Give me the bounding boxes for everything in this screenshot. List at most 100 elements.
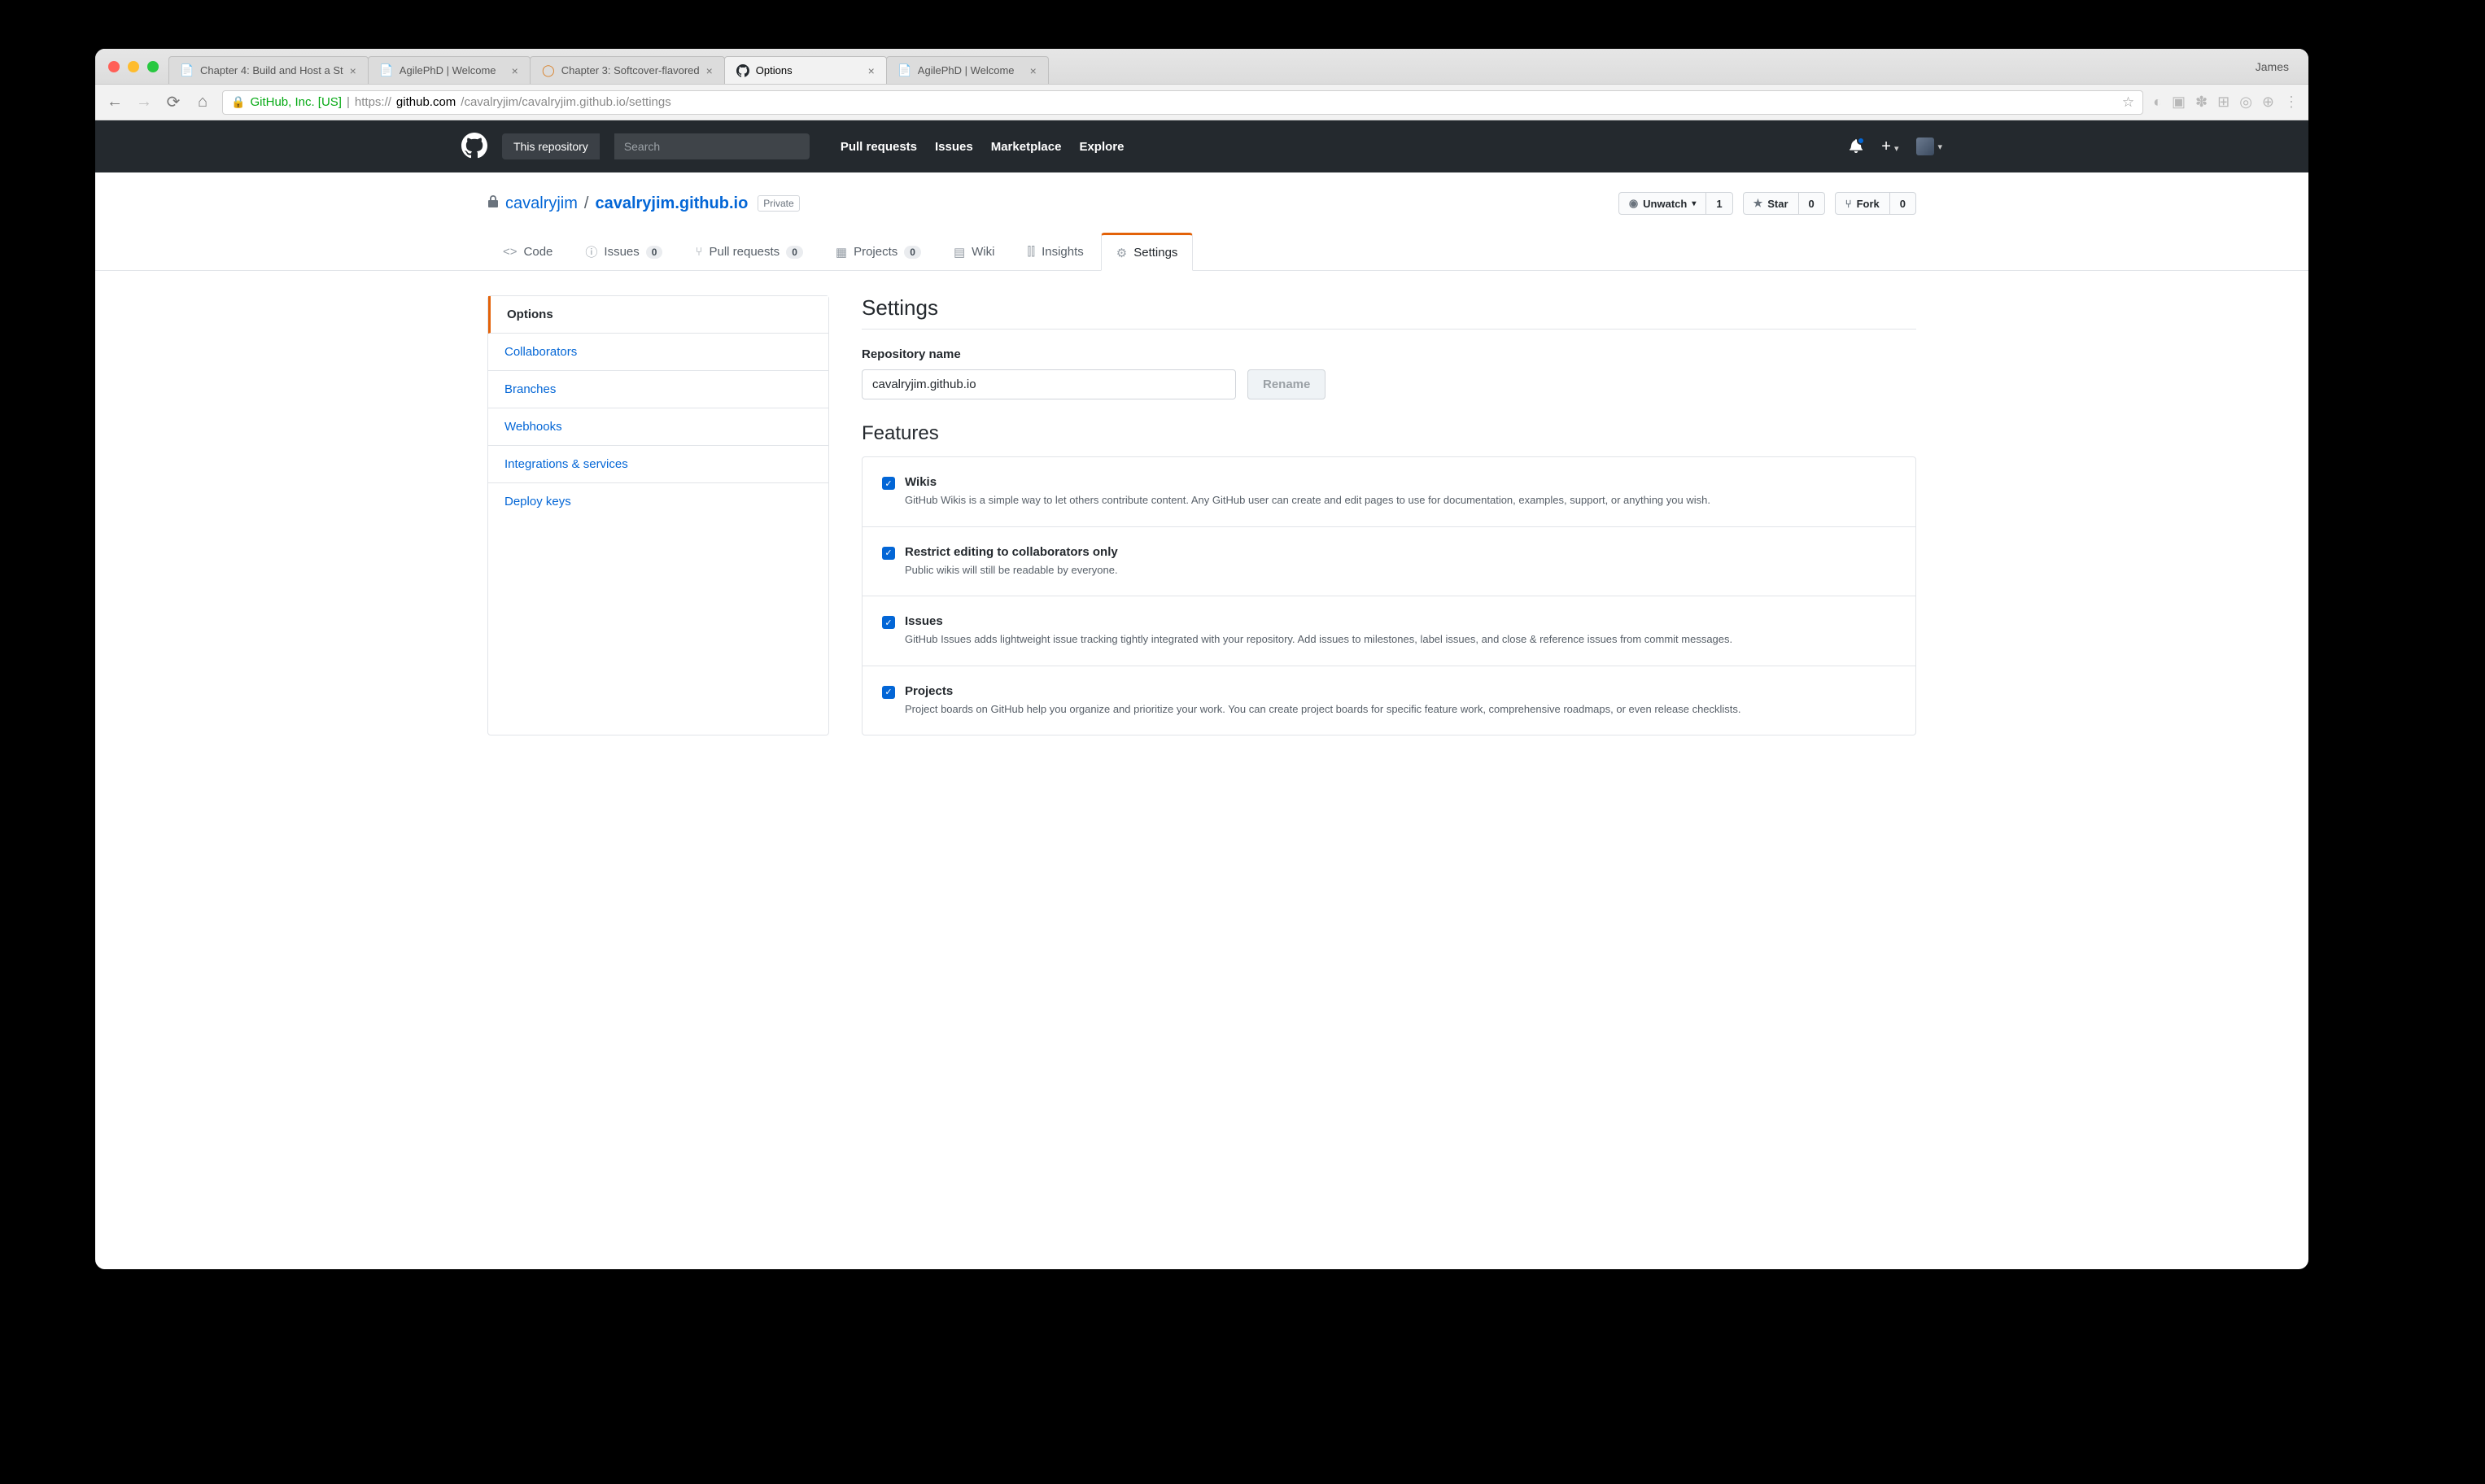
feature-title: Restrict editing to collaborators only (905, 545, 1118, 559)
create-new-menu[interactable]: + (1881, 137, 1898, 156)
issue-icon: ⓘ (585, 243, 597, 260)
feature-description: GitHub Wikis is a simple way to let othe… (905, 492, 1710, 508)
home-button[interactable]: ⌂ (193, 93, 212, 111)
feature-checkbox[interactable]: ✓ (882, 547, 895, 560)
tab-close-icon[interactable]: × (350, 64, 356, 77)
settings-content: Settings Repository name Rename Features… (862, 295, 1916, 735)
tab-favicon-icon: 📄 (181, 64, 194, 77)
lock-icon: 🔒 (231, 95, 245, 109)
tab-code[interactable]: <>Code (487, 233, 568, 270)
tab-wiki[interactable]: ▤Wiki (938, 233, 1011, 270)
browser-menu-icon[interactable]: ⋮ (2284, 94, 2299, 111)
features-heading: Features (862, 422, 1916, 445)
feature-description: Project boards on GitHub help you organi… (905, 701, 1741, 718)
browser-tab-strip: 📄 Chapter 4: Build and Host a St ×📄 AgilePh… (95, 49, 2308, 85)
back-button[interactable]: ← (105, 93, 124, 111)
features-list: ✓WikisGitHub Wikis is a simple way to le… (862, 456, 1916, 735)
extension-icon[interactable]: ⊕ (2262, 94, 2274, 111)
repo-owner-link[interactable]: cavalryjim (505, 194, 578, 213)
tab-title: AgilePhD | Welcome (918, 64, 1024, 76)
tab-title: Chapter 4: Build and Host a St (200, 64, 343, 76)
browser-tab[interactable]: ◯Chapter 3: Softcover-flavored× (530, 56, 725, 84)
feature-description: GitHub Issues adds lightweight issue tra… (905, 631, 1732, 648)
feature-checkbox[interactable]: ✓ (882, 477, 895, 490)
github-header: This repository Pull requests Issues Marke… (95, 120, 2308, 172)
github-search-input[interactable] (614, 133, 810, 159)
fork-count[interactable]: 0 (1890, 192, 1916, 215)
settings-menu-item[interactable]: Branches (488, 371, 828, 408)
browser-window: 📄 Chapter 4: Build and Host a St ×📄 AgilePh… (95, 49, 2308, 1269)
tab-close-icon[interactable]: × (1030, 64, 1037, 77)
tab-close-icon[interactable]: × (706, 64, 713, 77)
feature-checkbox[interactable]: ✓ (882, 686, 895, 699)
browser-extensions: ◐ ▣ ✽ ⊞ ◎ ⊕ ⋮ (2153, 94, 2299, 111)
gear-icon: ⚙ (1116, 246, 1127, 260)
settings-menu-item[interactable]: Collaborators (488, 334, 828, 371)
feature-title: Projects (905, 684, 953, 698)
rename-button[interactable]: Rename (1247, 369, 1325, 399)
feature-row: ✓IssuesGitHub Issues adds lightweight is… (863, 596, 1915, 666)
tab-projects[interactable]: ▦Projects0 (820, 233, 937, 270)
settings-menu-item[interactable]: Deploy keys (488, 483, 828, 520)
star-button[interactable]: ★Star (1743, 192, 1799, 215)
repo-header: cavalryjim / cavalryjim.github.io Privat… (95, 172, 2308, 271)
browser-tab[interactable]: 📄AgilePhD | Welcome× (886, 56, 1049, 84)
watch-count[interactable]: 1 (1706, 192, 1732, 215)
browser-profile-name[interactable]: James (2256, 60, 2289, 73)
page-title: Settings (862, 295, 1916, 330)
notifications-bell-icon[interactable] (1849, 138, 1863, 155)
tab-issues[interactable]: ⓘIssues0 (570, 233, 678, 270)
url-scheme: https:// (355, 95, 391, 109)
star-count[interactable]: 0 (1799, 192, 1825, 215)
feature-row: ✓ Restrict editing to collaborators only P… (863, 527, 1915, 597)
secure-org-label: GitHub, Inc. [US] (250, 95, 342, 109)
reload-button[interactable]: ⟳ (164, 92, 183, 112)
graph-icon: ⫿⫿ (1027, 245, 1035, 259)
watch-button[interactable]: ◉Unwatch▾ (1618, 192, 1707, 215)
repo-name-link[interactable]: cavalryjim.github.io (595, 194, 748, 213)
settings-menu-item[interactable]: Options (488, 296, 828, 334)
extension-icon[interactable]: ✽ (2195, 94, 2208, 111)
tab-close-icon[interactable]: × (512, 64, 518, 77)
github-nav-link[interactable]: Issues (935, 140, 973, 154)
close-window-icon[interactable] (108, 61, 120, 72)
tab-insights[interactable]: ⫿⫿Insights (1011, 233, 1098, 270)
feature-row: ✓ Projects Project boards on GitHub help y… (863, 666, 1915, 735)
github-nav-link[interactable]: Explore (1079, 140, 1124, 154)
settings-menu-item[interactable]: Integrations & services (488, 446, 828, 483)
browser-tab[interactable]: Options × (724, 56, 887, 84)
tab-favicon-icon: ◯ (542, 64, 555, 77)
tab-settings[interactable]: ⚙Settings (1101, 233, 1194, 271)
extension-icon[interactable]: ◐ (2153, 94, 2162, 111)
fork-button[interactable]: ⑂Fork (1835, 192, 1890, 215)
tab-title: Options (756, 64, 862, 76)
tab-title: AgilePhD | Welcome (400, 64, 505, 76)
browser-tab[interactable]: 📄 Chapter 4: Build and Host a St × (168, 56, 369, 84)
repo-name-input[interactable] (862, 369, 1236, 399)
extension-icon[interactable]: ◎ (2239, 94, 2252, 111)
minimize-window-icon[interactable] (128, 61, 139, 72)
settings-layout: OptionsCollaboratorsBranchesWebhooksInte… (461, 271, 1942, 760)
tab-close-icon[interactable]: × (868, 64, 875, 77)
bookmark-star-icon[interactable]: ☆ (2122, 94, 2134, 111)
url-path: /cavalryjim/cavalryjim.github.io/setting… (461, 95, 670, 109)
github-nav-link[interactable]: Pull requests (841, 140, 917, 154)
settings-menu-item[interactable]: Webhooks (488, 408, 828, 446)
github-nav-link[interactable]: Marketplace (991, 140, 1062, 154)
url-host: github.com (396, 95, 456, 109)
feature-description: Public wikis will still be readable by e… (905, 562, 1118, 578)
github-logo[interactable] (461, 133, 487, 161)
zoom-window-icon[interactable] (147, 61, 159, 72)
star-icon: ★ (1753, 197, 1763, 210)
extension-icon[interactable]: ▣ (2172, 94, 2186, 111)
feature-row: ✓WikisGitHub Wikis is a simple way to le… (863, 457, 1915, 527)
browser-tab[interactable]: 📄AgilePhD | Welcome× (368, 56, 531, 84)
book-icon: ▤ (954, 245, 965, 260)
address-bar[interactable]: 🔒 GitHub, Inc. [US] | https://github.com… (222, 90, 2143, 115)
tab-pull-requests[interactable]: ⑂Pull requests0 (679, 233, 818, 270)
search-scope-button[interactable]: This repository (502, 133, 600, 159)
extension-icon[interactable]: ⊞ (2217, 94, 2230, 111)
pr-icon: ⑂ (695, 245, 702, 259)
feature-checkbox[interactable]: ✓ (882, 616, 895, 629)
user-menu[interactable]: ▾ (1916, 137, 1942, 155)
